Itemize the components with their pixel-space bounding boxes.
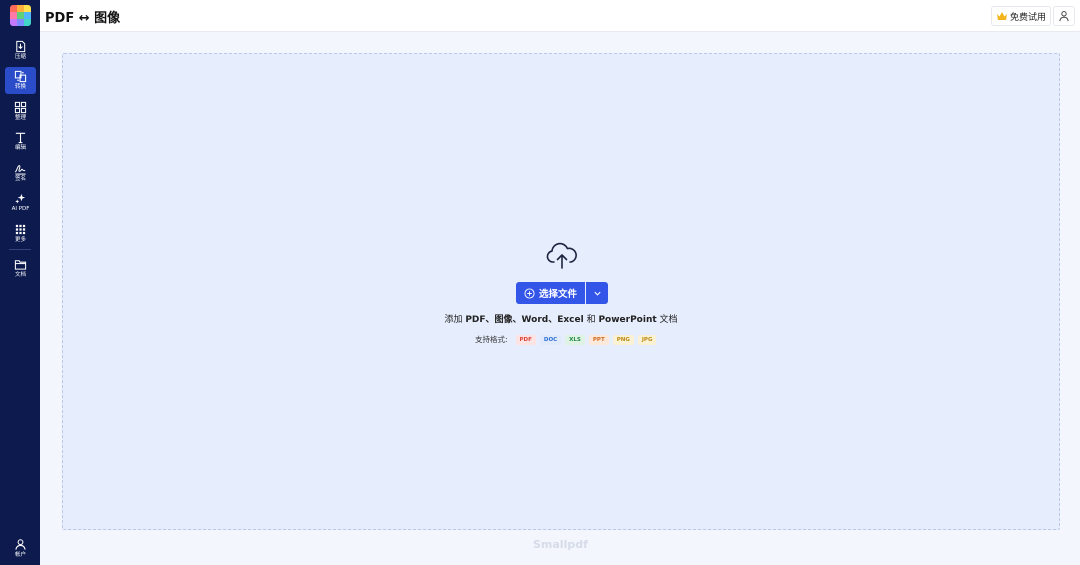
sidebar-item-label: AI PDF bbox=[11, 206, 30, 212]
upload-source-dropdown[interactable] bbox=[586, 282, 608, 304]
sidebar-item-more[interactable]: 更多 bbox=[5, 220, 36, 247]
format-badge-pdf: PDF bbox=[515, 334, 536, 345]
cloud-upload-icon bbox=[546, 242, 577, 269]
sidebar-item-label: 签名 bbox=[14, 176, 26, 182]
formats-label: 支持格式: bbox=[475, 335, 508, 344]
sidebar-item-label: 更多 bbox=[14, 237, 26, 243]
plus-circle-icon bbox=[524, 287, 535, 299]
format-badge-png: PNG bbox=[612, 334, 634, 345]
sidebar-item-account[interactable]: 帐户 bbox=[5, 535, 36, 562]
free-trial-label: 免费试用 bbox=[1009, 12, 1046, 23]
sidebar-item-ai-pdf[interactable]: AI PDF bbox=[5, 189, 36, 216]
sidebar-item-label: 帐户 bbox=[14, 552, 26, 558]
format-badge-jpg: JPG bbox=[637, 334, 657, 345]
format-badge-xls: XLS bbox=[565, 334, 585, 345]
chevron-down-icon bbox=[593, 291, 601, 296]
smallpdf-logo-icon[interactable] bbox=[10, 5, 31, 26]
sidebar-item-label: 压缩 bbox=[14, 54, 26, 60]
folder-icon bbox=[14, 260, 27, 270]
format-badge-doc: DOC bbox=[539, 334, 562, 345]
user-icon bbox=[1059, 11, 1069, 22]
text-edit-icon bbox=[15, 132, 26, 144]
sidebar-item-edit[interactable]: 编辑 bbox=[5, 128, 36, 155]
sidebar-item-organize[interactable]: 整理 bbox=[5, 98, 36, 125]
sidebar-item-convert[interactable]: 转换 bbox=[5, 67, 36, 94]
sidebar-item-label: 整理 bbox=[14, 115, 26, 121]
supported-formats: 支持格式: PDF DOC XLS PPT PNG JPG bbox=[475, 334, 657, 345]
sidebar-item-label: 转换 bbox=[14, 84, 26, 90]
sidebar-item-documents[interactable]: 文档 bbox=[5, 255, 36, 282]
sidebar-divider bbox=[9, 249, 31, 250]
compress-icon bbox=[16, 40, 26, 53]
sparkle-icon bbox=[15, 193, 26, 204]
supported-documents-text: 添加 PDF、图像、Word、Excel 和 PowerPoint 文档 bbox=[444, 315, 678, 325]
sidebar-item-label: 编辑 bbox=[14, 145, 26, 151]
select-file-label: 选择文件 bbox=[538, 289, 577, 300]
page-title: PDF ↔ 图像 bbox=[45, 11, 121, 26]
organize-icon bbox=[14, 101, 27, 114]
convert-icon bbox=[14, 70, 27, 83]
crown-icon bbox=[996, 12, 1007, 20]
grid-dots-icon bbox=[15, 224, 26, 235]
select-file-button[interactable]: 选择文件 bbox=[516, 282, 585, 304]
format-badge-ppt: PPT bbox=[588, 334, 609, 345]
sidebar-item-label: 文档 bbox=[14, 272, 26, 278]
smallpdf-watermark: Smallpdf bbox=[533, 538, 588, 551]
sidebar-item-compress[interactable]: 压缩 bbox=[5, 37, 36, 64]
free-trial-button[interactable]: 免费试用 bbox=[991, 6, 1051, 26]
user-account-button[interactable] bbox=[1053, 6, 1075, 26]
user-icon bbox=[15, 539, 26, 550]
file-dropzone[interactable]: 选择文件 添加 PDF、图像、Word、Excel 和 PowerPoint 文… bbox=[62, 53, 1060, 530]
sidebar-item-sign[interactable]: 签名 bbox=[5, 159, 36, 186]
signature-icon bbox=[14, 165, 26, 175]
top-header: PDF ↔ 图像 免费试用 bbox=[40, 0, 1080, 32]
sidebar: 压缩 转换 整理 编辑 签名 AI PDF 更多 文档 帐户 bbox=[0, 0, 40, 565]
